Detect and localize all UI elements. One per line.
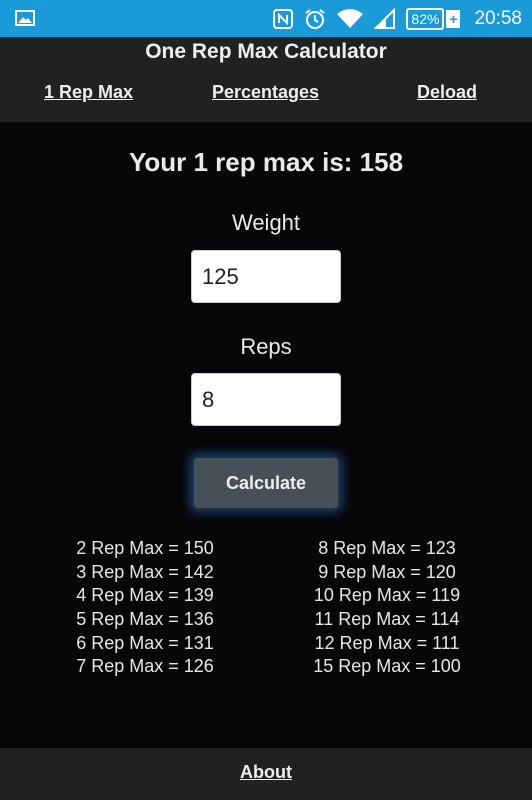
app-header: One Rep Max Calculator 1 Rep Max Percent… (0, 37, 532, 122)
rep-max-row: 9 Rep Max = 120 (318, 561, 456, 582)
rep-max-row: 15 Rep Max = 100 (313, 656, 461, 677)
about-link[interactable]: About (0, 762, 532, 783)
rep-max-row: 10 Rep Max = 119 (313, 585, 461, 606)
nfc-icon (273, 8, 294, 29)
rep-max-list-right: 8 Rep Max = 123 9 Rep Max = 120 10 Rep M… (287, 537, 487, 679)
nav-1-rep-max[interactable]: 1 Rep Max (44, 82, 133, 103)
reps-input[interactable] (191, 373, 341, 426)
rep-max-row: 6 Rep Max = 131 (76, 632, 214, 653)
rep-max-row: 3 Rep Max = 142 (76, 561, 214, 582)
rep-max-row: 11 Rep Max = 114 (314, 609, 460, 630)
rep-max-row: 7 Rep Max = 126 (76, 656, 214, 677)
weight-label: Weight (231, 210, 301, 235)
rep-max-row: 4 Rep Max = 139 (76, 585, 214, 606)
reps-label: Reps (240, 334, 292, 359)
app-footer: About (0, 748, 532, 800)
rep-max-row: 2 Rep Max = 150 (76, 538, 214, 558)
rep-max-row: 12 Rep Max = 111 (314, 632, 460, 653)
app-title: One Rep Max Calculator (145, 40, 387, 63)
one-rep-max-result: Your 1 rep max is: 158 (128, 147, 404, 177)
status-bar: 82% + 20:58 (0, 0, 532, 37)
nav-percentages[interactable]: Percentages (212, 82, 319, 103)
wifi-icon (337, 8, 364, 28)
weight-input[interactable] (191, 250, 341, 303)
charging-icon: + (446, 9, 461, 28)
clock: 20:58 (474, 7, 522, 29)
nav-deload[interactable]: Deload (417, 82, 477, 103)
battery-level: 82% (406, 7, 445, 30)
rep-max-row: 5 Rep Max = 136 (76, 609, 214, 630)
rep-max-list-left: 2 Rep Max = 150 3 Rep Max = 142 4 Rep Ma… (45, 537, 245, 679)
alarm-icon (305, 8, 326, 29)
battery-indicator: 82% + (406, 7, 461, 30)
rep-max-row: 8 Rep Max = 123 (318, 538, 456, 558)
calculate-button[interactable]: Calculate (193, 457, 339, 509)
image-icon (15, 10, 35, 26)
signal-icon (374, 7, 396, 29)
